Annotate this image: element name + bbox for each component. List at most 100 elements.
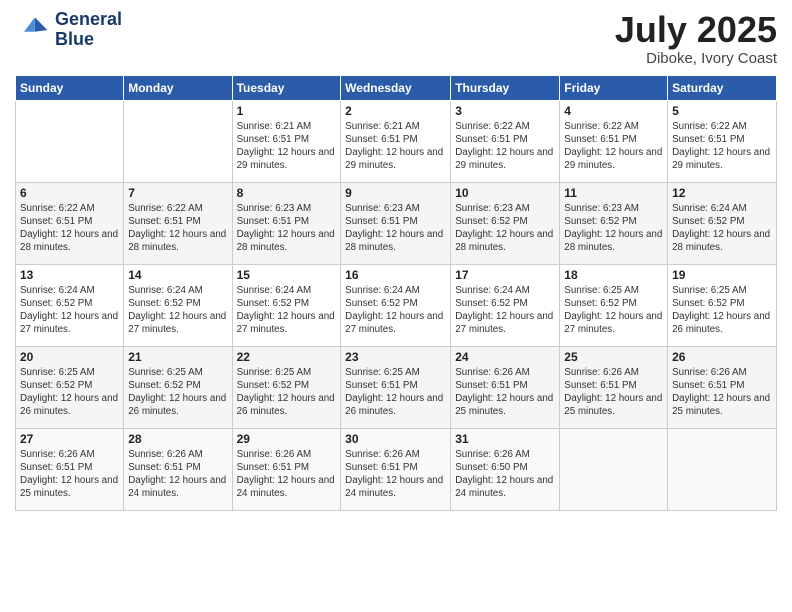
calendar-header-row: SundayMondayTuesdayWednesdayThursdayFrid… — [16, 75, 777, 100]
month-title: July 2025 — [615, 10, 777, 50]
day-info: Sunrise: 6:22 AM Sunset: 6:51 PM Dayligh… — [128, 202, 227, 255]
calendar-week-row: 27 Sunrise: 6:26 AM Sunset: 6:51 PM Dayli… — [16, 428, 777, 510]
day-info: Sunrise: 6:26 AM Sunset: 6:51 PM Dayligh… — [345, 448, 446, 501]
day-info: Sunrise: 6:23 AM Sunset: 6:51 PM Dayligh… — [345, 202, 446, 255]
calendar-day-cell: 11 Sunrise: 6:23 AM Sunset: 6:52 PM Dayli… — [560, 182, 668, 264]
calendar-day-cell: 10 Sunrise: 6:23 AM Sunset: 6:52 PM Dayli… — [451, 182, 560, 264]
calendar-day-cell: 5 Sunrise: 6:22 AM Sunset: 6:51 PM Daylig… — [668, 100, 777, 182]
day-number: 31 — [455, 432, 555, 446]
day-number: 21 — [128, 350, 227, 364]
day-number: 11 — [564, 186, 663, 200]
day-info: Sunrise: 6:26 AM Sunset: 6:51 PM Dayligh… — [564, 366, 663, 419]
page: General Blue July 2025 Diboke, Ivory Coa… — [0, 0, 792, 612]
day-info: Sunrise: 6:26 AM Sunset: 6:51 PM Dayligh… — [20, 448, 119, 501]
calendar-day-cell: 15 Sunrise: 6:24 AM Sunset: 6:52 PM Dayli… — [232, 264, 341, 346]
calendar-day-cell: 16 Sunrise: 6:24 AM Sunset: 6:52 PM Dayli… — [341, 264, 451, 346]
calendar-day-cell: 21Sunrise: 6:25 AM Sunset: 6:52 PM Dayli… — [124, 346, 232, 428]
calendar-day-cell: 17 Sunrise: 6:24 AM Sunset: 6:52 PM Dayli… — [451, 264, 560, 346]
day-number: 14 — [128, 268, 227, 282]
logo-icon — [15, 12, 51, 48]
calendar-day-cell: 23 Sunrise: 6:25 AM Sunset: 6:51 PM Dayli… — [341, 346, 451, 428]
day-number: 27 — [20, 432, 119, 446]
day-number: 4 — [564, 104, 663, 118]
day-info: Sunrise: 6:25 AM Sunset: 6:52 PM Dayligh… — [564, 284, 663, 337]
calendar-day-cell: 13Sunrise: 6:24 AM Sunset: 6:52 PM Dayli… — [16, 264, 124, 346]
header: General Blue July 2025 Diboke, Ivory Coa… — [15, 10, 777, 67]
day-info: Sunrise: 6:24 AM Sunset: 6:52 PM Dayligh… — [20, 284, 119, 337]
day-info: Sunrise: 6:23 AM Sunset: 6:51 PM Dayligh… — [237, 202, 337, 255]
day-info: Sunrise: 6:22 AM Sunset: 6:51 PM Dayligh… — [564, 120, 663, 173]
day-info: Sunrise: 6:25 AM Sunset: 6:52 PM Dayligh… — [672, 284, 772, 337]
day-number: 5 — [672, 104, 772, 118]
day-of-week-header: Friday — [560, 75, 668, 100]
day-number: 9 — [345, 186, 446, 200]
logo-text: General Blue — [55, 10, 122, 50]
day-number: 17 — [455, 268, 555, 282]
day-info: Sunrise: 6:26 AM Sunset: 6:51 PM Dayligh… — [455, 366, 555, 419]
day-of-week-header: Sunday — [16, 75, 124, 100]
day-number: 24 — [455, 350, 555, 364]
location-subtitle: Diboke, Ivory Coast — [615, 50, 777, 67]
day-info: Sunrise: 6:26 AM Sunset: 6:51 PM Dayligh… — [128, 448, 227, 501]
day-of-week-header: Wednesday — [341, 75, 451, 100]
day-number: 26 — [672, 350, 772, 364]
day-number: 23 — [345, 350, 446, 364]
calendar-day-cell: 26 Sunrise: 6:26 AM Sunset: 6:51 PM Dayli… — [668, 346, 777, 428]
calendar-day-cell: 8 Sunrise: 6:23 AM Sunset: 6:51 PM Daylig… — [232, 182, 341, 264]
day-number: 8 — [237, 186, 337, 200]
day-of-week-header: Monday — [124, 75, 232, 100]
day-number: 25 — [564, 350, 663, 364]
calendar-day-cell: 25 Sunrise: 6:26 AM Sunset: 6:51 PM Dayli… — [560, 346, 668, 428]
day-info: Sunrise: 6:21 AM Sunset: 6:51 PM Dayligh… — [237, 120, 337, 173]
day-number: 30 — [345, 432, 446, 446]
day-info: Sunrise: 6:25 AM Sunset: 6:52 PM Dayligh… — [20, 366, 119, 419]
calendar-day-cell: 28Sunrise: 6:26 AM Sunset: 6:51 PM Dayli… — [124, 428, 232, 510]
day-info: Sunrise: 6:24 AM Sunset: 6:52 PM Dayligh… — [345, 284, 446, 337]
day-info: Sunrise: 6:26 AM Sunset: 6:51 PM Dayligh… — [237, 448, 337, 501]
calendar-day-cell: 12Sunrise: 6:24 AM Sunset: 6:52 PM Dayli… — [668, 182, 777, 264]
calendar-day-cell: 6 Sunrise: 6:22 AM Sunset: 6:51 PM Daylig… — [16, 182, 124, 264]
day-number: 10 — [455, 186, 555, 200]
day-number: 18 — [564, 268, 663, 282]
day-info: Sunrise: 6:23 AM Sunset: 6:52 PM Dayligh… — [455, 202, 555, 255]
day-info: Sunrise: 6:26 AM Sunset: 6:50 PM Dayligh… — [455, 448, 555, 501]
day-info: Sunrise: 6:25 AM Sunset: 6:52 PM Dayligh… — [237, 366, 337, 419]
calendar-day-cell — [560, 428, 668, 510]
calendar-day-cell: 31 Sunrise: 6:26 AM Sunset: 6:50 PM Dayli… — [451, 428, 560, 510]
day-info: Sunrise: 6:24 AM Sunset: 6:52 PM Dayligh… — [128, 284, 227, 337]
day-number: 15 — [237, 268, 337, 282]
day-info: Sunrise: 6:24 AM Sunset: 6:52 PM Dayligh… — [455, 284, 555, 337]
day-info: Sunrise: 6:24 AM Sunset: 6:52 PM Dayligh… — [672, 202, 772, 255]
day-info: Sunrise: 6:23 AM Sunset: 6:52 PM Dayligh… — [564, 202, 663, 255]
calendar-day-cell — [124, 100, 232, 182]
day-number: 1 — [237, 104, 337, 118]
day-number: 2 — [345, 104, 446, 118]
day-number: 7 — [128, 186, 227, 200]
day-number: 3 — [455, 104, 555, 118]
calendar-day-cell: 14 Sunrise: 6:24 AM Sunset: 6:52 PM Dayli… — [124, 264, 232, 346]
calendar-day-cell — [16, 100, 124, 182]
logo-line2: Blue — [55, 30, 122, 50]
calendar-day-cell: 20 Sunrise: 6:25 AM Sunset: 6:52 PM Dayli… — [16, 346, 124, 428]
day-info: Sunrise: 6:22 AM Sunset: 6:51 PM Dayligh… — [672, 120, 772, 173]
day-info: Sunrise: 6:22 AM Sunset: 6:51 PM Dayligh… — [455, 120, 555, 173]
day-number: 6 — [20, 186, 119, 200]
day-info: Sunrise: 6:25 AM Sunset: 6:51 PM Dayligh… — [345, 366, 446, 419]
day-number: 22 — [237, 350, 337, 364]
day-of-week-header: Saturday — [668, 75, 777, 100]
calendar-day-cell: 7 Sunrise: 6:22 AM Sunset: 6:51 PM Daylig… — [124, 182, 232, 264]
day-info: Sunrise: 6:26 AM Sunset: 6:51 PM Dayligh… — [672, 366, 772, 419]
calendar-day-cell: 3 Sunrise: 6:22 AM Sunset: 6:51 PM Daylig… — [451, 100, 560, 182]
day-info: Sunrise: 6:22 AM Sunset: 6:51 PM Dayligh… — [20, 202, 119, 255]
calendar-day-cell: 27 Sunrise: 6:26 AM Sunset: 6:51 PM Dayli… — [16, 428, 124, 510]
day-number: 16 — [345, 268, 446, 282]
calendar-day-cell: 30 Sunrise: 6:26 AM Sunset: 6:51 PM Dayli… — [341, 428, 451, 510]
day-number: 20 — [20, 350, 119, 364]
title-block: July 2025 Diboke, Ivory Coast — [615, 10, 777, 67]
day-info: Sunrise: 6:24 AM Sunset: 6:52 PM Dayligh… — [237, 284, 337, 337]
calendar-day-cell — [668, 428, 777, 510]
calendar-week-row: 13Sunrise: 6:24 AM Sunset: 6:52 PM Dayli… — [16, 264, 777, 346]
calendar-day-cell: 19Sunrise: 6:25 AM Sunset: 6:52 PM Dayli… — [668, 264, 777, 346]
calendar: SundayMondayTuesdayWednesdayThursdayFrid… — [15, 75, 777, 511]
calendar-day-cell: 9 Sunrise: 6:23 AM Sunset: 6:51 PM Daylig… — [341, 182, 451, 264]
